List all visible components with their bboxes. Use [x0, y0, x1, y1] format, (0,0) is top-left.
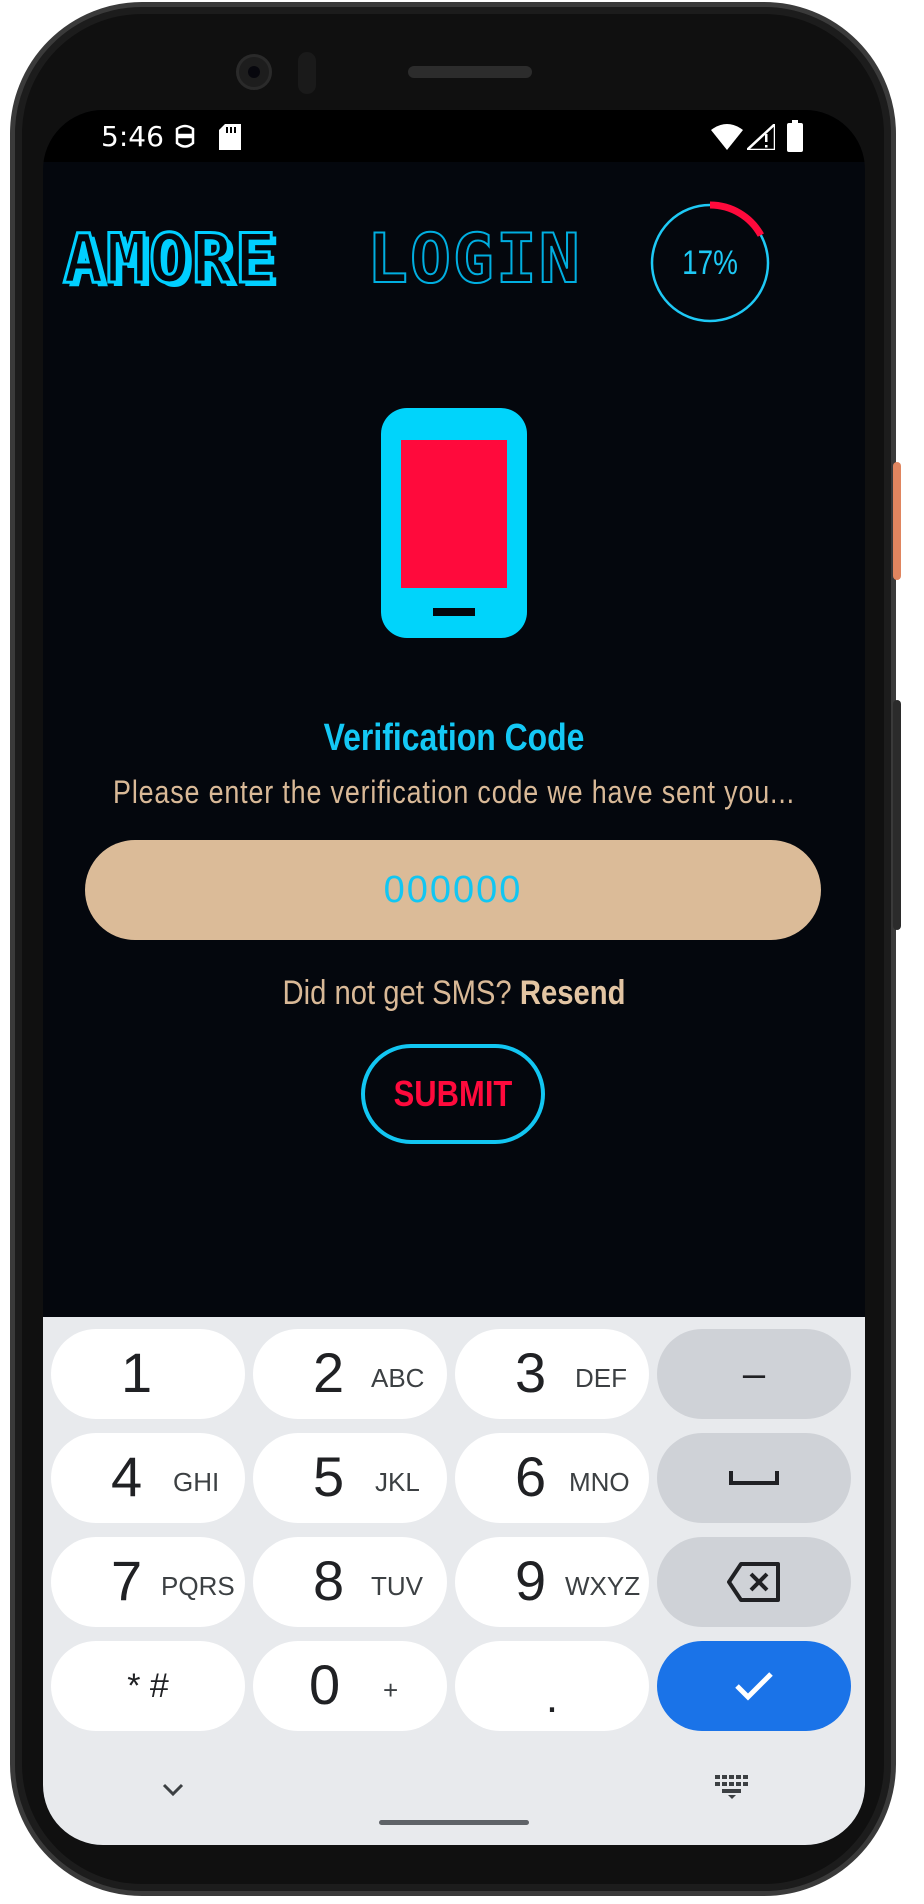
proximity-sensor [298, 52, 316, 94]
navigation-handle[interactable] [379, 1820, 529, 1825]
verification-code-input[interactable] [85, 840, 821, 940]
key-label: * # [127, 1666, 169, 1705]
status-time: 5:46 [101, 120, 164, 153]
key-digit: 6 [515, 1445, 547, 1508]
submit-label: SUBMIT [393, 1073, 513, 1114]
smartphone-home-bar [433, 608, 475, 616]
volume-button [893, 700, 901, 930]
key-digit: 8 [313, 1549, 345, 1612]
notification-face-icon [175, 124, 195, 148]
resend-prompt: Did not get SMS? [282, 974, 512, 1012]
battery-icon [787, 120, 803, 152]
key-letters: ABC [371, 1363, 425, 1393]
status-bar: 5:46 [43, 110, 865, 162]
dash-symbol: – [742, 1351, 766, 1396]
key-period[interactable]: . [455, 1641, 649, 1731]
key-letters: JKL [375, 1467, 420, 1497]
space-icon [657, 1433, 851, 1523]
key-letters: WXYZ [565, 1571, 641, 1601]
key-digit: 2 [313, 1341, 345, 1404]
key-digit: 4 [111, 1445, 143, 1508]
numeric-keyboard: 1 2 ABC 3 DEF – 4 GHI 5 JKL 6 MNO 7 PQRS… [43, 1317, 865, 1845]
front-camera [236, 54, 272, 90]
smartphone-screen [401, 440, 507, 588]
key-3[interactable]: 3 DEF [455, 1329, 649, 1419]
wifi-icon [711, 124, 743, 150]
key-digit: 3 [515, 1341, 547, 1404]
key-letters: TUV [371, 1571, 423, 1601]
smartphone-icon [381, 408, 527, 638]
verification-heading: Verification Code [323, 717, 585, 759]
backspace-icon [657, 1537, 851, 1627]
key-digit: 0 [309, 1653, 341, 1716]
cellular-signal-icon [747, 124, 775, 150]
key-2[interactable]: 2 ABC [253, 1329, 447, 1419]
key-label: . [545, 1673, 559, 1722]
key-letters: GHI [173, 1467, 220, 1497]
keyboard-icon[interactable] [715, 1775, 749, 1799]
key-star-hash[interactable]: * # [51, 1641, 245, 1731]
app-title-amore: AMORE [62, 219, 278, 301]
sd-card-icon [219, 124, 241, 150]
key-5[interactable]: 5 JKL [253, 1433, 447, 1523]
progress-label: 17% [682, 243, 738, 282]
key-digit: 1 [121, 1341, 153, 1404]
chevron-down-icon[interactable] [161, 1782, 185, 1798]
key-letters: DEF [575, 1363, 627, 1393]
resend-row: Did not get SMS? Resend [101, 974, 808, 1013]
key-4[interactable]: 4 GHI [51, 1433, 245, 1523]
earpiece-speaker [408, 66, 532, 78]
key-6[interactable]: 6 MNO [455, 1433, 649, 1523]
key-digit: 7 [111, 1549, 143, 1612]
key-digit: 9 [515, 1549, 547, 1612]
key-1[interactable]: 1 [51, 1329, 245, 1419]
key-dash[interactable]: – [657, 1329, 851, 1419]
app-title-login: LOGIN [366, 219, 582, 300]
app-screen: 5:46 AMORE LOGIN 17% Verification Code P… [43, 110, 865, 1845]
check-icon [657, 1641, 851, 1731]
key-8[interactable]: 8 TUV [253, 1537, 447, 1627]
key-done[interactable] [657, 1641, 851, 1731]
key-space[interactable] [657, 1433, 851, 1523]
key-letters: + [383, 1675, 399, 1705]
key-0[interactable]: 0 + [253, 1641, 447, 1731]
resend-link[interactable]: Resend [520, 974, 626, 1012]
submit-button[interactable]: SUBMIT [361, 1044, 545, 1144]
power-button [893, 462, 901, 580]
key-letters: PQRS [161, 1571, 235, 1601]
key-backspace[interactable] [657, 1537, 851, 1627]
verification-subtitle: Please enter the verification code we ha… [113, 774, 795, 810]
key-7[interactable]: 7 PQRS [51, 1537, 245, 1627]
key-digit: 5 [313, 1445, 345, 1508]
key-9[interactable]: 9 WXYZ [455, 1537, 649, 1627]
key-letters: MNO [569, 1467, 630, 1497]
